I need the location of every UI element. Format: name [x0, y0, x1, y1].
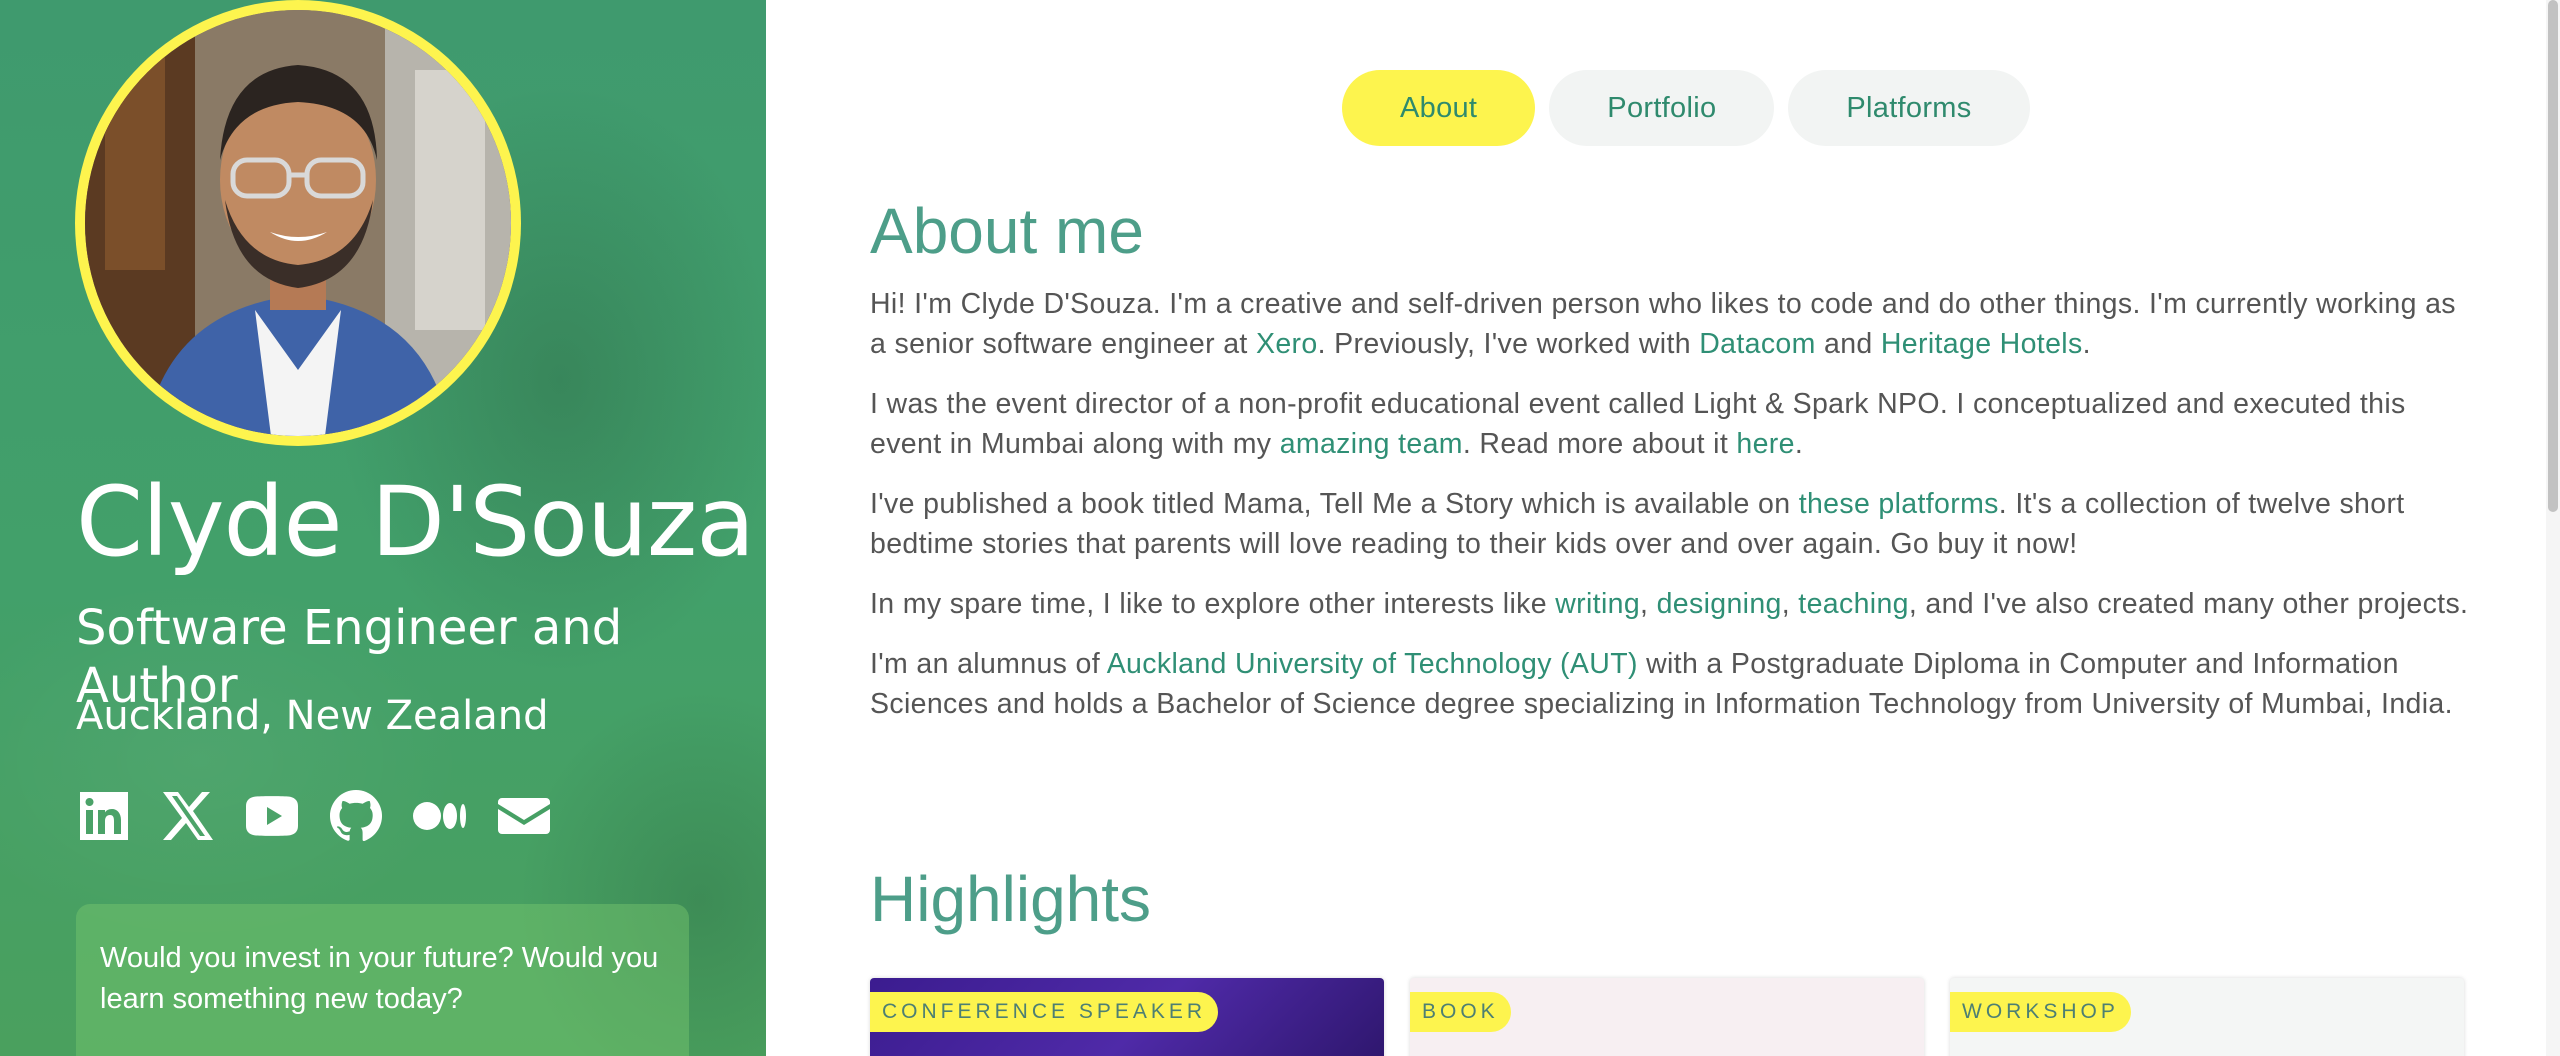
- card-badge: WORKSHOP: [1950, 992, 2131, 1032]
- social-links: [76, 788, 552, 844]
- nav-tabs: About Portfolio Platforms: [1342, 70, 2030, 146]
- writing-link[interactable]: writing: [1555, 588, 1640, 620]
- paragraph-text: .: [2082, 328, 2091, 361]
- profile-name: Clyde D'Souza: [76, 466, 755, 578]
- main-content: About Portfolio Platforms About me Hi! I…: [766, 0, 2560, 1056]
- profile-location: Auckland, New Zealand: [76, 693, 549, 739]
- paragraph-text: and: [1815, 328, 1881, 361]
- card-badge: CONFERENCE SPEAKER: [870, 992, 1219, 1032]
- designing-link[interactable]: designing: [1657, 588, 1782, 620]
- about-heading: About me: [870, 195, 1144, 267]
- x-link[interactable]: [160, 788, 216, 844]
- profile-sidebar: Clyde D'Souza Software Engineer and Auth…: [0, 0, 766, 1056]
- youtube-icon: [246, 796, 298, 836]
- github-link[interactable]: [328, 788, 384, 844]
- youtube-link[interactable]: [244, 788, 300, 844]
- medium-icon: [413, 802, 466, 830]
- paragraph-text: .: [1794, 428, 1804, 461]
- scrollbar-thumb[interactable]: [2548, 0, 2558, 512]
- paragraph-text: ,: [1640, 588, 1657, 621]
- tab-about[interactable]: About: [1342, 70, 1536, 146]
- paragraph-text: In my spare time, I like to explore othe…: [870, 588, 1556, 621]
- highlight-card-workshop[interactable]: WORKSHOP: [1950, 978, 2464, 1056]
- card-badge: BOOK: [1410, 992, 1511, 1032]
- x-icon: [163, 792, 213, 840]
- here-link[interactable]: here: [1736, 428, 1794, 460]
- highlights-heading: Highlights: [870, 863, 1152, 935]
- tab-portfolio[interactable]: Portfolio: [1549, 70, 1775, 146]
- tab-platforms[interactable]: Platforms: [1788, 70, 2030, 146]
- email-link[interactable]: [496, 788, 552, 844]
- highlights-cards: CONFERENCE SPEAKER BOOK WORKSHOP: [870, 978, 2464, 1056]
- heritage-hotels-link[interactable]: Heritage Hotels: [1881, 328, 2083, 360]
- paragraph-text: . Previously, I've worked with: [1317, 328, 1700, 361]
- about-paragraph-5: I'm an alumnus of Auckland University of…: [870, 644, 2470, 724]
- scrollbar[interactable]: [2546, 0, 2560, 1056]
- highlight-card-book[interactable]: BOOK: [1410, 978, 1924, 1056]
- linkedin-link[interactable]: [76, 788, 132, 844]
- quote-text: Would you invest in your future? Would y…: [100, 942, 659, 1015]
- linkedin-icon: [80, 792, 128, 840]
- xero-link[interactable]: Xero: [1256, 328, 1318, 360]
- paragraph-text: I'm an alumnus of: [870, 648, 1107, 681]
- github-icon: [330, 790, 382, 842]
- teaching-link[interactable]: teaching: [1798, 588, 1909, 620]
- quote-card: Would you invest in your future? Would y…: [76, 904, 689, 1056]
- datacom-link[interactable]: Datacom: [1699, 328, 1816, 360]
- email-icon: [498, 798, 550, 834]
- about-paragraph-3: I've published a book titled Mama, Tell …: [870, 484, 2470, 564]
- paragraph-text: , and I've also created many other proje…: [1908, 588, 2469, 621]
- medium-link[interactable]: [412, 788, 468, 844]
- paragraph-text: . Read more about it: [1462, 428, 1737, 461]
- aut-link[interactable]: Auckland University of Technology (AUT): [1107, 648, 1638, 680]
- about-section: About me Hi! I'm Clyde D'Souza. I'm a cr…: [870, 196, 2470, 744]
- about-paragraph-2: I was the event director of a non-profit…: [870, 384, 2470, 464]
- paragraph-text: ,: [1781, 588, 1799, 621]
- avatar-photo: [85, 10, 511, 436]
- amazing-team-link[interactable]: amazing team: [1280, 428, 1463, 460]
- avatar: [75, 0, 521, 446]
- these-platforms-link[interactable]: these platforms: [1799, 488, 1999, 520]
- paragraph-text: I've published a book titled Mama, Tell …: [870, 488, 1799, 521]
- about-paragraph-1: Hi! I'm Clyde D'Souza. I'm a creative an…: [870, 284, 2470, 364]
- highlight-card-conference[interactable]: CONFERENCE SPEAKER: [870, 978, 1384, 1056]
- about-paragraph-4: In my spare time, I like to explore othe…: [870, 584, 2470, 624]
